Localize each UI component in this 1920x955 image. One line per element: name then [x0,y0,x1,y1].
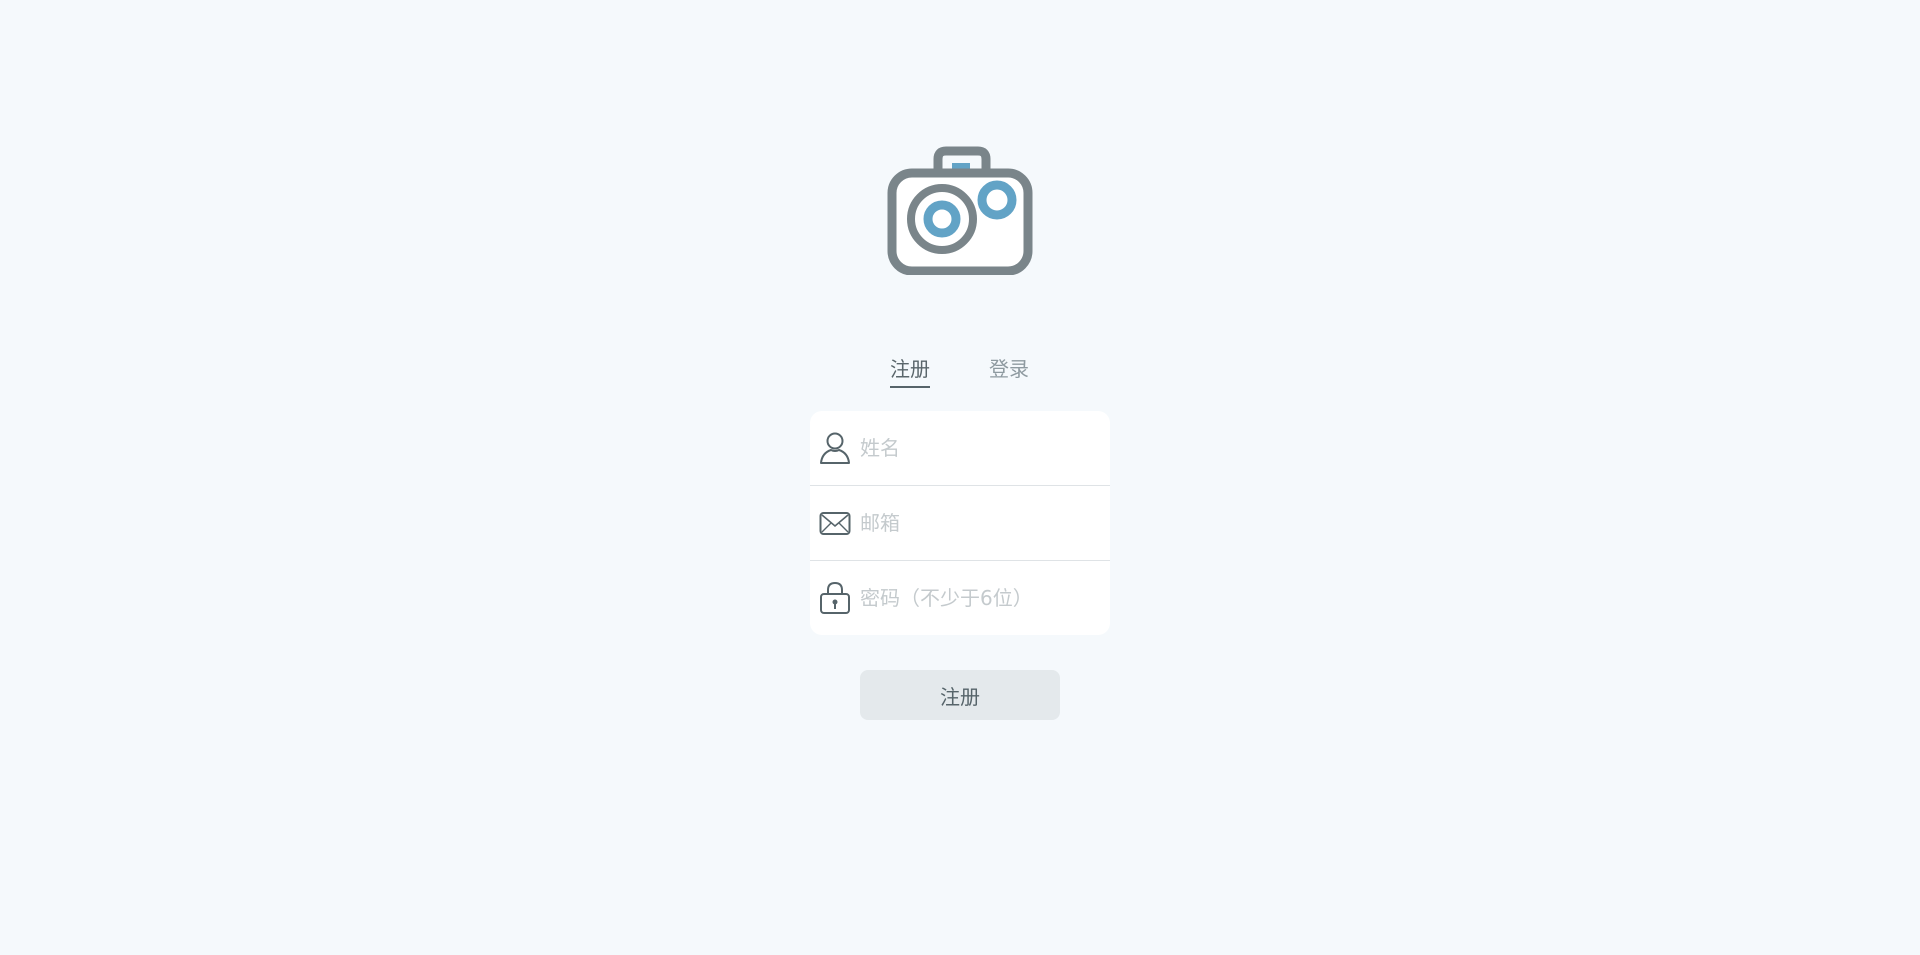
tab-register[interactable]: 注册 [890,354,930,388]
password-input[interactable] [860,561,1100,635]
register-form [810,411,1110,635]
register-page: 注册 登录 姓名 邮箱 注册 [0,0,1920,955]
name-field-row [810,411,1110,486]
auth-tabs: 注册 登录 [881,354,1041,388]
email-field-row [810,486,1110,561]
user-icon [820,432,850,464]
camera-icon [887,146,1033,275]
envelope-icon [819,512,851,535]
password-field-row [810,561,1110,635]
email-input[interactable] [860,486,1100,560]
name-input[interactable] [860,411,1100,485]
register-button[interactable]: 注册 [860,670,1060,720]
lock-icon [820,581,850,614]
tab-login[interactable]: 登录 [989,354,1029,386]
